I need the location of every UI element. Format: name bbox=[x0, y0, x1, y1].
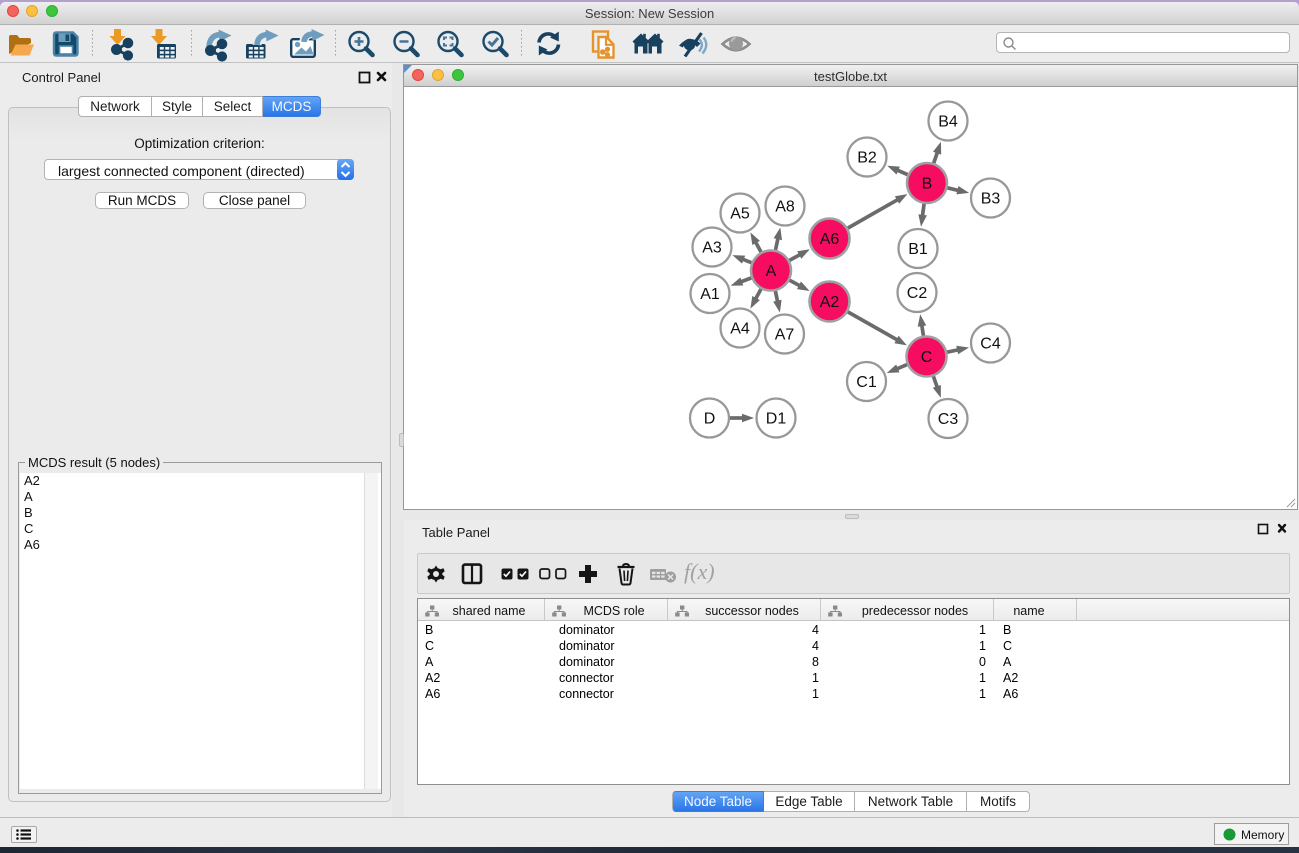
svg-text:B3: B3 bbox=[981, 191, 1001, 208]
svg-text:A1: A1 bbox=[700, 286, 720, 303]
svg-text:A8: A8 bbox=[775, 199, 795, 216]
svg-text:A: A bbox=[766, 263, 777, 280]
svg-text:B2: B2 bbox=[857, 150, 877, 167]
svg-text:A4: A4 bbox=[730, 321, 750, 338]
svg-text:B4: B4 bbox=[938, 114, 958, 131]
svg-text:A2: A2 bbox=[820, 294, 840, 311]
svg-text:C4: C4 bbox=[980, 336, 1001, 353]
svg-text:A7: A7 bbox=[775, 327, 795, 344]
svg-text:B: B bbox=[922, 176, 933, 193]
svg-text:A5: A5 bbox=[730, 206, 750, 223]
svg-text:D: D bbox=[704, 411, 716, 428]
svg-text:C: C bbox=[921, 349, 933, 366]
svg-text:A3: A3 bbox=[702, 240, 722, 257]
svg-text:C2: C2 bbox=[907, 285, 928, 302]
svg-text:C3: C3 bbox=[938, 411, 959, 428]
svg-text:D1: D1 bbox=[766, 411, 787, 428]
svg-text:C1: C1 bbox=[856, 374, 877, 391]
svg-text:B1: B1 bbox=[908, 241, 928, 258]
svg-text:A6: A6 bbox=[820, 231, 840, 248]
